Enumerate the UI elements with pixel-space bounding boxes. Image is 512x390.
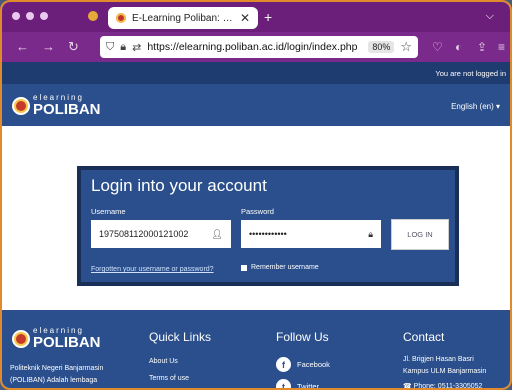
- bookmark-star-icon[interactable]: ☆: [400, 39, 412, 55]
- username-field[interactable]: 197508112000121002 👤︎: [91, 220, 231, 248]
- login-card: Login into your account Username Passwor…: [77, 166, 459, 286]
- login-button[interactable]: LOG IN: [391, 219, 449, 250]
- about-text-line2: (POLIBAN) Adalah lembaga: [10, 377, 98, 384]
- contact-phone-text: Phone: 0511-3305052: [413, 383, 483, 390]
- quick-link-about[interactable]: About Us: [149, 356, 178, 368]
- language-selector[interactable]: English (en) ▾: [451, 102, 500, 111]
- username-label: Username: [91, 207, 126, 216]
- twitter-label: Twitter: [297, 382, 320, 390]
- contact-phone: ☎ Phone: 0511-3305052: [403, 381, 483, 390]
- username-value: 197508112000121002: [99, 229, 189, 239]
- pinned-tab-icon[interactable]: [88, 11, 98, 21]
- new-tab-button[interactable]: +: [264, 9, 272, 25]
- site-favicon-icon: [116, 13, 126, 23]
- address-bar[interactable]: ⛉ 🔒︎ ⇄ https://elearning.poliban.ac.id/l…: [100, 36, 418, 58]
- site-logo[interactable]: elearning POLIBAN: [12, 94, 101, 117]
- active-tab[interactable]: E-Learning Poliban: Log in to th ✕: [108, 7, 258, 29]
- remember-username-label: Remember username: [251, 264, 319, 271]
- remember-username[interactable]: Remember username: [241, 264, 319, 271]
- title-bar: E-Learning Poliban: Log in to th ✕ + ⌵: [2, 2, 510, 32]
- minimize-window-button[interactable]: [26, 12, 34, 20]
- footer-logo[interactable]: elearning POLIBAN: [12, 327, 101, 350]
- permissions-icon[interactable]: ⇄: [132, 41, 141, 54]
- password-label: Password: [241, 207, 274, 216]
- password-value: ••••••••••••: [249, 229, 287, 239]
- forward-arrow-icon[interactable]: →: [42, 39, 55, 54]
- maximize-window-button[interactable]: [40, 12, 48, 20]
- facebook-icon: f: [276, 357, 291, 372]
- site-footer: elearning POLIBAN Politeknik Negeri Banj…: [2, 310, 510, 390]
- phone-icon: ☎: [403, 383, 414, 390]
- lock-icon[interactable]: 🔒︎: [120, 41, 126, 54]
- url-text[interactable]: https://elearning.poliban.ac.id/login/in…: [147, 41, 362, 53]
- about-text-line1: Politeknik Negeri Banjarmasin: [10, 365, 104, 372]
- quick-links-heading: Quick Links: [149, 330, 212, 344]
- follow-us-heading: Follow Us: [276, 330, 329, 344]
- poliban-emblem-icon: [12, 329, 30, 348]
- tab-title: E-Learning Poliban: Log in to th: [132, 12, 234, 24]
- back-arrow-icon[interactable]: ←: [16, 39, 29, 54]
- twitter-icon: t: [276, 379, 291, 388]
- facebook-label: Facebook: [297, 360, 330, 369]
- menu-icon[interactable]: ≡: [498, 40, 505, 54]
- contact-address-line1: Jl. Brigjen Hasan Basri: [403, 356, 474, 363]
- login-status-strip: You are not logged in: [2, 62, 510, 84]
- lock-icon: 🔒︎: [368, 228, 373, 239]
- share-icon[interactable]: ⇪: [477, 40, 487, 54]
- close-window-button[interactable]: [12, 12, 20, 20]
- facebook-link[interactable]: f Facebook: [276, 357, 330, 372]
- tab-list-chevron-icon[interactable]: ⌵: [486, 10, 494, 23]
- login-status-text: You are not logged in: [435, 69, 506, 78]
- shield-icon[interactable]: ⛉: [106, 41, 114, 54]
- contact-heading: Contact: [403, 330, 445, 344]
- browser-window: E-Learning Poliban: Log in to th ✕ + ⌵ ←…: [0, 0, 512, 390]
- quick-link-terms[interactable]: Terms of use: [149, 373, 189, 385]
- extension-icon[interactable]: ◐: [455, 40, 462, 54]
- poliban-emblem-icon: [12, 96, 30, 115]
- zoom-level-badge[interactable]: 80%: [368, 41, 395, 53]
- site-header: elearning POLIBAN English (en) ▾: [2, 84, 510, 126]
- browser-toolbar: ← → ↻ ⛉ 🔒︎ ⇄ https://elearning.poliban.a…: [2, 32, 510, 62]
- login-heading: Login into your account: [91, 176, 267, 195]
- contact-address-line2: Kampus ULM Banjarmasin: [403, 368, 487, 375]
- forgot-password-link[interactable]: Forgotten your username or password?: [91, 266, 214, 273]
- reload-icon[interactable]: ↻: [68, 39, 79, 55]
- tab-close-icon[interactable]: ✕: [240, 11, 250, 25]
- pocket-icon[interactable]: ♡: [432, 40, 443, 54]
- footer-logo-text-bottom: POLIBAN: [33, 334, 101, 351]
- password-field[interactable]: •••••••••••• 🔒︎: [241, 220, 381, 248]
- remember-username-checkbox[interactable]: [241, 264, 247, 271]
- logo-text-bottom: POLIBAN: [33, 101, 101, 118]
- twitter-link[interactable]: t Twitter: [276, 379, 320, 390]
- user-icon: 👤︎: [211, 228, 223, 239]
